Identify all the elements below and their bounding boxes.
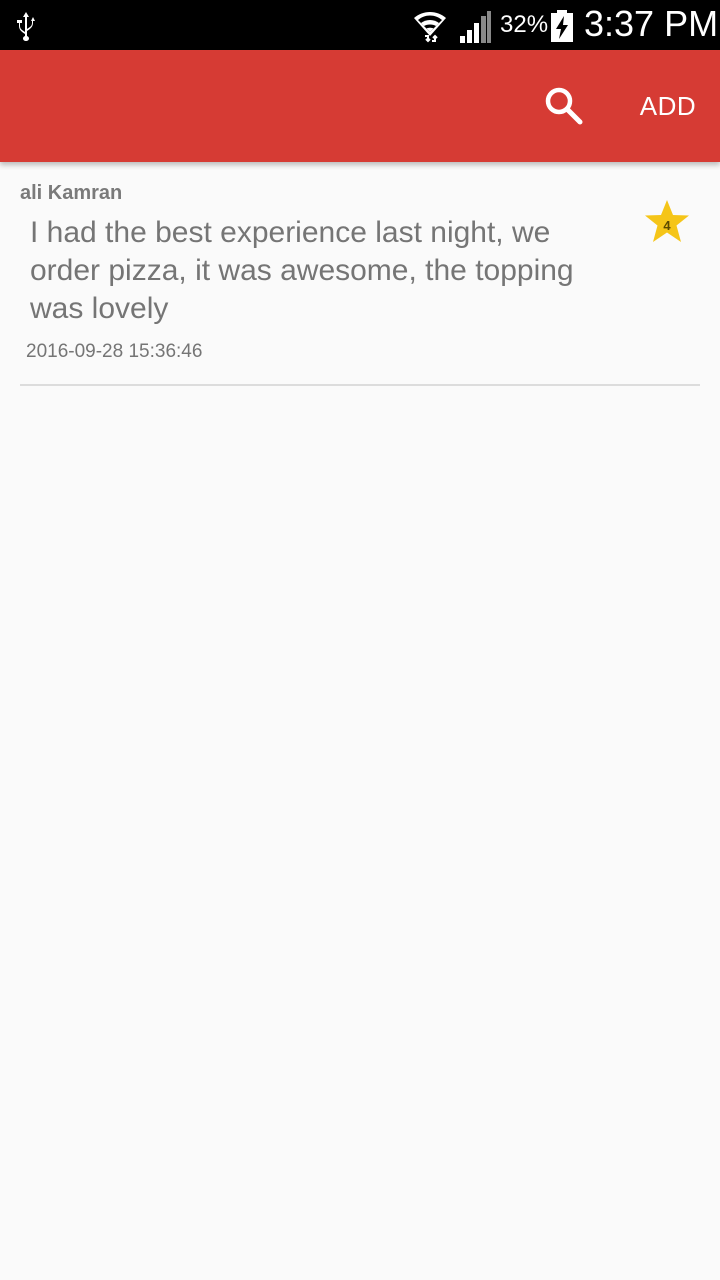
review-text: I had the best experience last night, we… [30,216,574,325]
add-button[interactable]: ADD [626,80,710,132]
rating-value: 4 [663,217,671,233]
signal-icon [460,11,491,43]
status-bar: 32% 3:37 PM [0,0,720,50]
app-bar: ADD [0,50,720,162]
search-button[interactable] [538,80,590,132]
battery-charging-icon [551,10,573,42]
usb-icon [17,12,35,41]
review-list: ali Kamran I had the best experience las… [0,162,720,386]
wifi-icon [414,12,446,43]
review-author: ali Kamran [20,182,123,204]
review-date: 2016-09-28 15:36:46 [26,341,203,362]
battery-percent: 32% [500,11,549,38]
rating-badge: 4 [642,198,692,246]
search-icon [545,87,583,125]
list-item[interactable]: ali Kamran I had the best experience las… [20,162,700,386]
clock: 3:37 PM [584,3,719,44]
